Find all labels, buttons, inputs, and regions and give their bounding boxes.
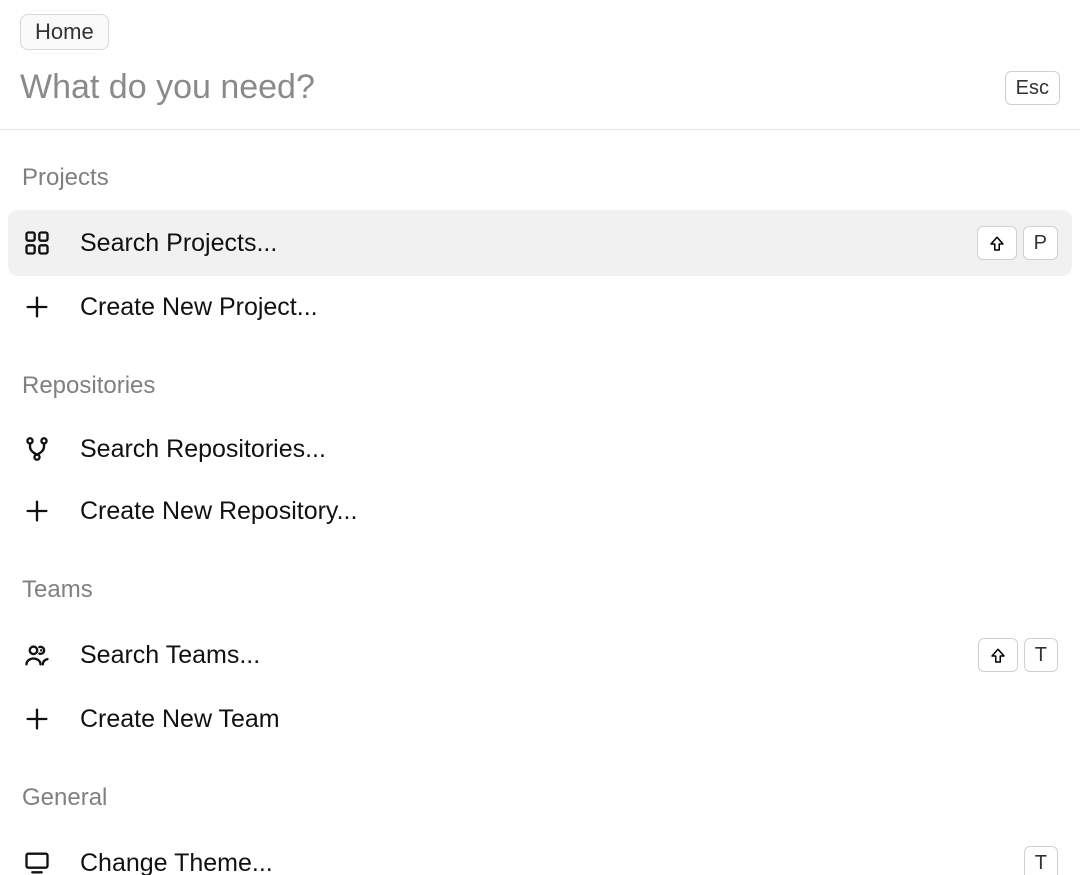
plus-icon [22, 292, 52, 322]
command-list: Projects Search Projects... P Create New… [0, 130, 1080, 875]
shift-key-icon [977, 226, 1017, 260]
shortcut-key: T [1024, 638, 1058, 672]
item-label: Change Theme... [80, 849, 996, 875]
item-label: Create New Project... [80, 293, 1058, 322]
item-label: Search Teams... [80, 641, 950, 670]
item-search-repositories[interactable]: Search Repositories... [8, 418, 1072, 480]
item-label: Create New Repository... [80, 497, 1058, 526]
breadcrumb-home[interactable]: Home [20, 14, 109, 50]
plus-icon [22, 704, 52, 734]
monitor-icon [22, 848, 52, 875]
item-create-team[interactable]: Create New Team [8, 688, 1072, 750]
item-shortcut: T [1024, 846, 1058, 875]
plus-icon [22, 496, 52, 526]
item-create-project[interactable]: Create New Project... [8, 276, 1072, 338]
group-header-general: General [8, 750, 1072, 830]
item-search-projects[interactable]: Search Projects... P [8, 210, 1072, 276]
shortcut-key: T [1024, 846, 1058, 875]
shift-key-icon [978, 638, 1018, 672]
item-shortcut: T [978, 638, 1058, 672]
grid-icon [22, 228, 52, 258]
item-create-repository[interactable]: Create New Repository... [8, 480, 1072, 542]
group-header-repositories: Repositories [8, 338, 1072, 418]
item-change-theme[interactable]: Change Theme... T [8, 830, 1072, 875]
group-header-projects: Projects [8, 130, 1072, 210]
esc-key[interactable]: Esc [1005, 71, 1060, 105]
users-icon [22, 640, 52, 670]
search-row: Esc [0, 50, 1080, 130]
item-label: Search Projects... [80, 229, 949, 258]
item-shortcut: P [977, 226, 1058, 260]
search-input[interactable] [20, 68, 1005, 107]
group-header-teams: Teams [8, 542, 1072, 622]
item-search-teams[interactable]: Search Teams... T [8, 622, 1072, 688]
item-label: Create New Team [80, 705, 1058, 734]
branch-icon [22, 434, 52, 464]
shortcut-key: P [1023, 226, 1058, 260]
item-label: Search Repositories... [80, 435, 1058, 464]
